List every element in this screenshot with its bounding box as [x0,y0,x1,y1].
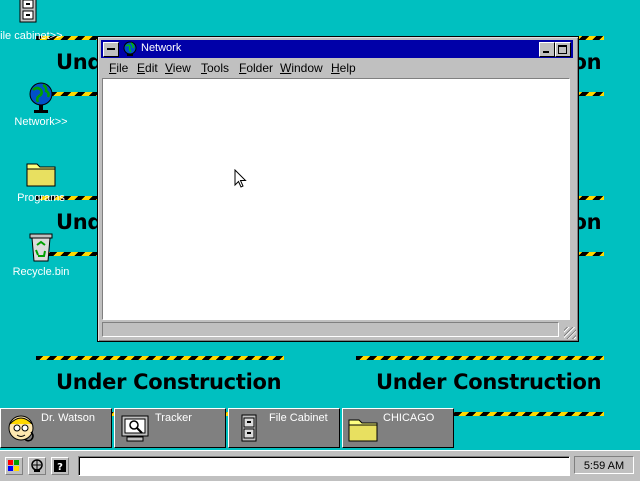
minimized-window-label: CHICAGO [383,412,435,424]
desktop-icon-label: File cabinet>> [0,30,63,42]
menu-view[interactable]: View [165,61,191,75]
file-cabinet-icon [233,412,265,444]
svg-text:?: ? [57,462,63,473]
desktop-icon-recycle-bin[interactable]: Recycle.bin [1,230,81,278]
minimized-window-label: Dr. Watson [41,412,95,424]
window-titlebar[interactable]: Network [101,40,573,58]
taskbar-clock: 5:59 AM [574,456,634,474]
menu-tools[interactable]: Tools [201,61,229,75]
file-cabinet-icon [11,0,45,28]
recycle-bin-icon [24,230,58,264]
minimize-button[interactable] [539,42,555,57]
menu-file[interactable]: File [109,61,128,75]
network-icon[interactable] [28,457,46,475]
under-construction-text: Under Construction [376,370,602,394]
under-construction-text: Under Construction [56,370,282,394]
desktop-icon-label: Network>> [14,116,68,128]
tracker-monitor-icon [119,412,151,444]
folder-icon [24,156,58,190]
minimized-window-label: Tracker [155,412,192,424]
desktop-icon-label: Recycle.bin [12,266,70,278]
desktop-icon-network[interactable]: Network>> [1,80,81,128]
taskbar-command-field[interactable] [78,456,570,476]
network-window[interactable]: Network File Edit View Tools Folder Wind… [97,36,579,342]
minimized-window-chicago[interactable]: CHICAGO [342,408,454,448]
menu-help[interactable]: Help [331,61,356,75]
menu-window[interactable]: Window [280,61,323,75]
window-title: Network [141,42,182,54]
dr-watson-icon [5,412,37,444]
menu-folder[interactable]: Folder [239,61,273,75]
desktop-icon-file-cabinet[interactable]: File cabinet>> [0,0,68,42]
start-windows-icon[interactable] [5,457,23,475]
desktop-icon-programs[interactable]: Programs [1,156,81,204]
network-globe-icon [122,41,138,57]
network-globe-icon [24,80,58,114]
menu-edit[interactable]: Edit [137,61,158,75]
folder-icon [347,412,379,444]
minimized-window-file-cabinet[interactable]: File Cabinet [228,408,340,448]
status-bar [102,322,559,337]
resize-grip[interactable] [564,327,576,339]
menu-bar: File Edit View Tools Folder Window Help [101,59,573,77]
window-content-area[interactable] [102,78,570,320]
maximize-button[interactable] [555,42,571,57]
minimized-window-dr-watson[interactable]: Dr. Watson [0,408,112,448]
system-menu-button[interactable] [103,42,119,57]
mouse-pointer-icon [234,168,248,189]
help-icon[interactable]: ? [51,457,69,475]
minimized-window-tracker[interactable]: Tracker [114,408,226,448]
minimized-window-label: File Cabinet [269,412,328,424]
taskbar: ? 5:59 AM [0,450,640,481]
desktop-icon-label: Programs [17,192,65,204]
